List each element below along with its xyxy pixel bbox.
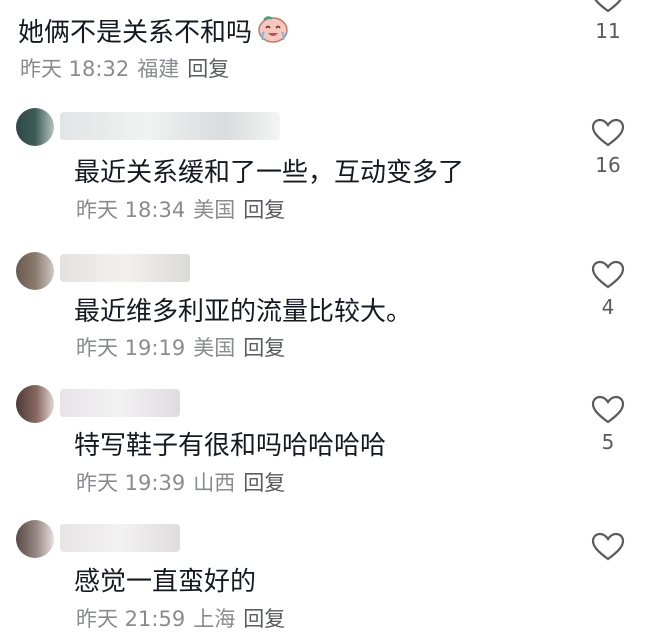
comment-meta: 昨天 18:34 美国 回复 bbox=[76, 196, 293, 224]
comment-text: 特写鞋子有很和吗哈哈哈哈 bbox=[74, 431, 387, 461]
heart-outline-icon bbox=[594, 0, 622, 13]
username-blurred[interactable] bbox=[60, 112, 280, 140]
crying-laughing-emoji-icon bbox=[256, 14, 290, 53]
comment-item: 感觉一直蛮好的 昨天 21:59 上海 回复 bbox=[0, 510, 660, 644]
comment-time: 昨天 21:59 bbox=[76, 607, 186, 631]
comment-time: 昨天 18:34 bbox=[76, 198, 186, 222]
comment-location: 美国 bbox=[193, 336, 236, 360]
comment-text: 她俩不是关系不和吗 bbox=[18, 14, 290, 53]
like-count: 16 bbox=[595, 153, 621, 177]
heart-outline-icon bbox=[591, 118, 625, 147]
comment-meta: 昨天 21:59 上海 回复 bbox=[76, 605, 293, 633]
reply-button[interactable]: 回复 bbox=[243, 198, 285, 222]
like-count: 4 bbox=[601, 295, 615, 319]
comment-meta: 昨天 19:39 山西 回复 bbox=[76, 469, 293, 497]
username-blurred[interactable] bbox=[60, 524, 180, 552]
comment-item: 最近关系缓和了一些，互动变多了 昨天 18:34 美国 回复 16 bbox=[0, 100, 660, 230]
like-button[interactable]: 5 bbox=[578, 395, 638, 455]
comment-text: 最近关系缓和了一些，互动变多了 bbox=[74, 158, 465, 188]
avatar[interactable] bbox=[16, 520, 54, 558]
comment-location: 美国 bbox=[193, 198, 236, 222]
reply-button[interactable]: 回复 bbox=[243, 471, 285, 495]
reply-button[interactable]: 回复 bbox=[187, 57, 229, 81]
like-count: 11 bbox=[595, 19, 621, 43]
comment-text: 感觉一直蛮好的 bbox=[74, 567, 257, 597]
comment-text: 最近维多利亚的流量比较大。 bbox=[74, 297, 413, 327]
comment-time: 昨天 18:32 bbox=[20, 57, 130, 81]
comment-meta: 昨天 19:19 美国 回复 bbox=[76, 334, 293, 362]
reply-button[interactable]: 回复 bbox=[243, 336, 285, 360]
like-button[interactable]: 16 bbox=[578, 118, 638, 178]
like-count: 5 bbox=[601, 430, 615, 454]
username-blurred[interactable] bbox=[60, 389, 180, 417]
comment-location: 福建 bbox=[137, 57, 180, 81]
comment-meta: 昨天 18:32 福建 回复 bbox=[20, 55, 237, 83]
username-blurred[interactable] bbox=[60, 254, 190, 282]
like-button[interactable] bbox=[578, 532, 638, 566]
avatar[interactable] bbox=[16, 108, 54, 146]
comment-item: 最近维多利亚的流量比较大。 昨天 19:19 美国 回复 4 bbox=[0, 240, 660, 370]
reply-button[interactable]: 回复 bbox=[243, 607, 285, 631]
comment-time: 昨天 19:19 bbox=[76, 336, 186, 360]
comment-time: 昨天 19:39 bbox=[76, 471, 186, 495]
avatar[interactable] bbox=[16, 252, 54, 290]
comment-location: 山西 bbox=[193, 471, 236, 495]
heart-outline-icon bbox=[591, 395, 625, 424]
comment-item: 特写鞋子有很和吗哈哈哈哈 昨天 19:39 山西 回复 5 bbox=[0, 375, 660, 505]
heart-outline-icon bbox=[591, 532, 625, 561]
avatar[interactable] bbox=[16, 385, 54, 423]
comment-item: 她俩不是关系不和吗 昨天 18:32 福建 回复 11 bbox=[0, 0, 660, 90]
comment-location: 上海 bbox=[193, 607, 236, 631]
like-button[interactable]: 4 bbox=[578, 260, 638, 320]
heart-outline-icon bbox=[591, 260, 625, 289]
like-button[interactable]: 11 bbox=[578, 0, 638, 44]
